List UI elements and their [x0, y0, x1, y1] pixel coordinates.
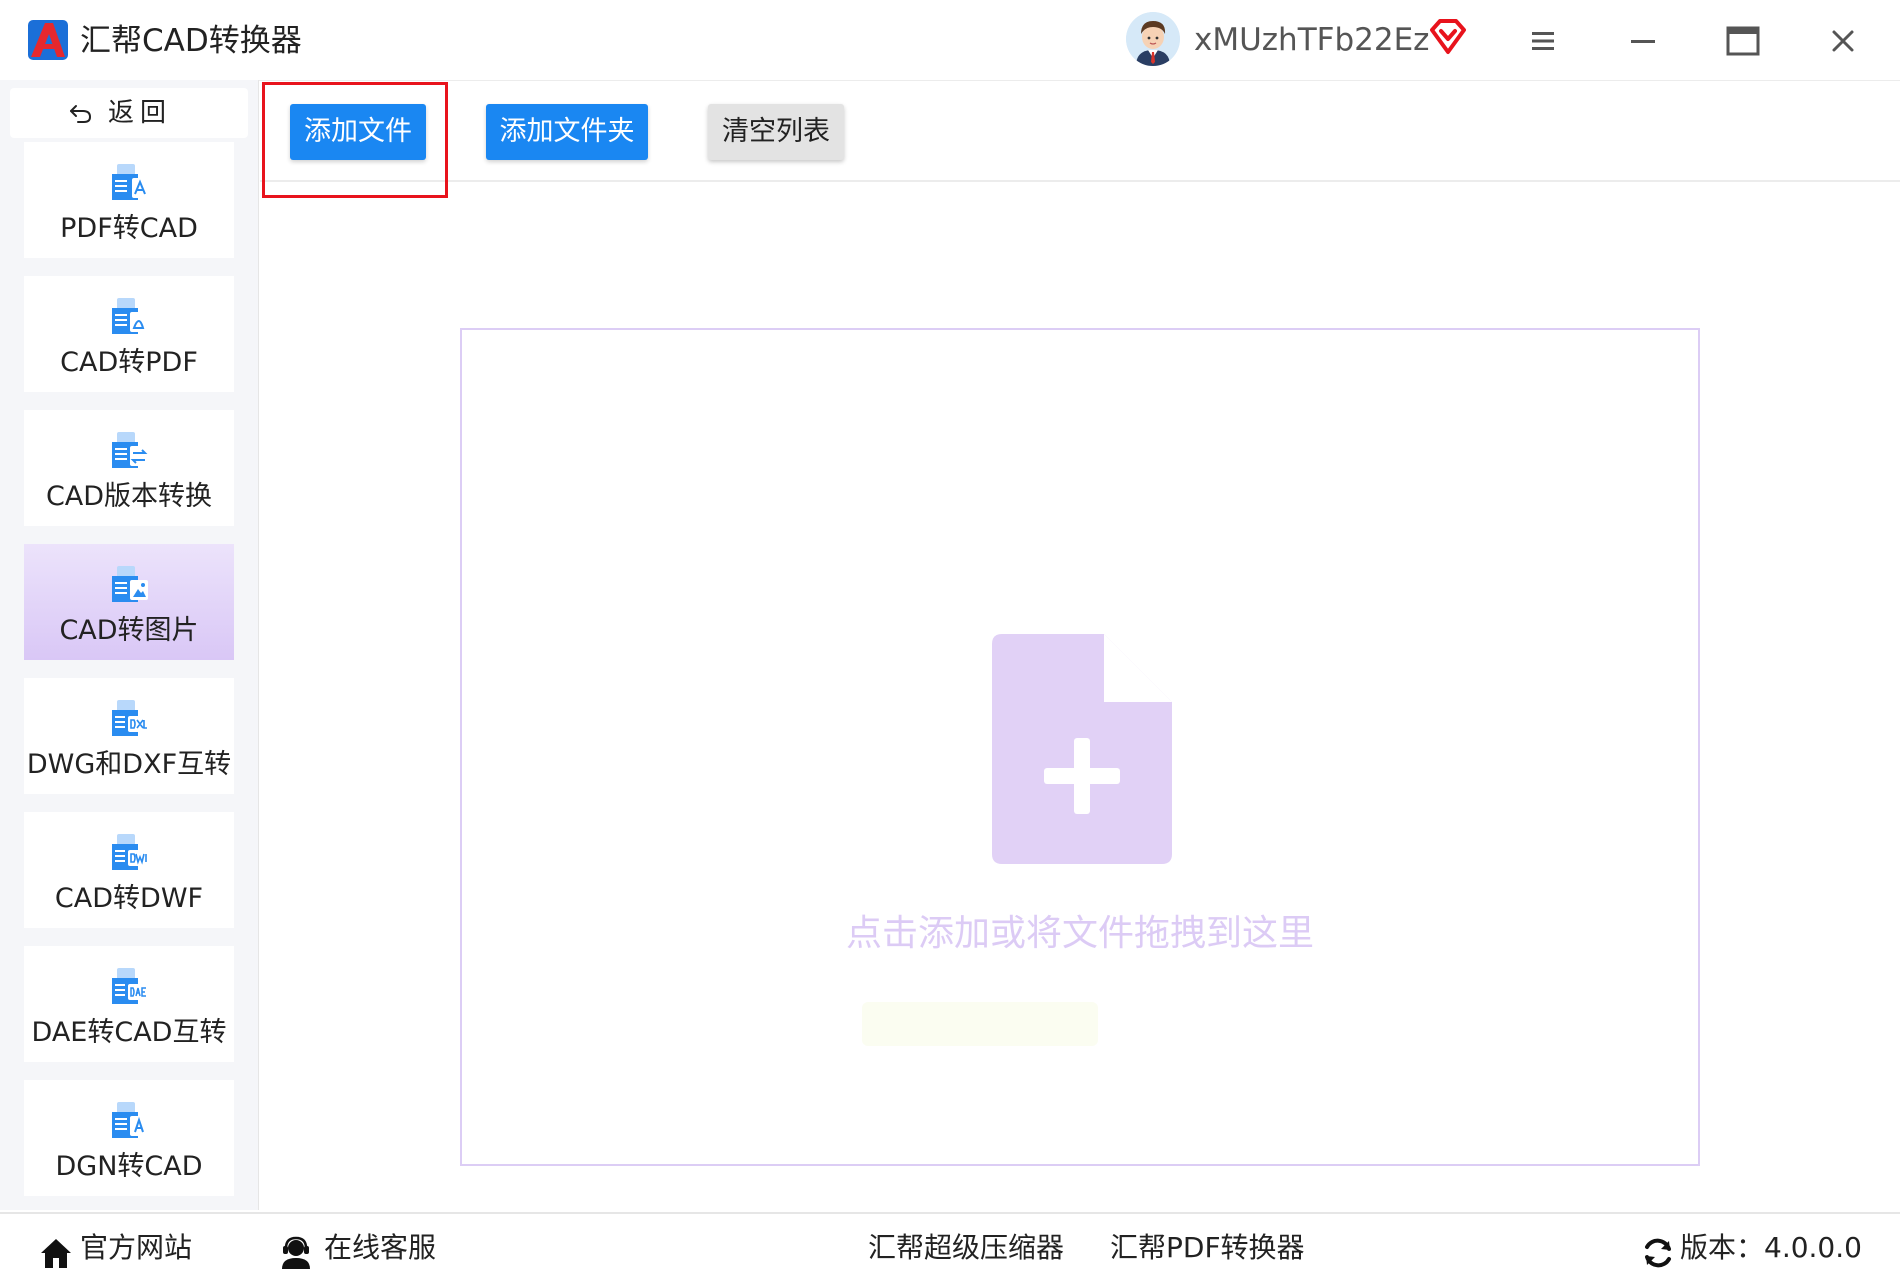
back-label: 返回 [108, 98, 173, 128]
clear-list-button[interactable]: 清空列表 [708, 104, 844, 160]
sidebar-item-cad-to-pdf[interactable]: CAD转PDF [24, 276, 234, 392]
sidebar-nav: PDF转CAD CAD转PDF CAD版本转换 CAD转图片 DWG和DXF互转… [24, 142, 234, 1214]
sidebar-item-cad-version[interactable]: CAD版本转换 [24, 410, 234, 526]
add-folder-button[interactable]: 添加文件夹 [486, 104, 648, 160]
app-title: 汇帮CAD转换器 [80, 23, 302, 59]
title-bar: 汇帮CAD转换器 xMUzhTFb22Ez [0, 0, 1900, 81]
add-file-icon[interactable] [992, 634, 1172, 864]
back-button[interactable]: 返回 [10, 88, 248, 138]
home-icon [41, 1239, 71, 1268]
sidebar: 返回 PDF转CAD CAD转PDF CAD版本转换 CAD转图片 DWG和DX… [0, 80, 259, 1210]
pdf-converter-link[interactable]: 汇帮PDF转换器 [1110, 1226, 1305, 1270]
cad-to-pdf-icon [112, 298, 148, 334]
official-website-label: 官方网站 [80, 1231, 193, 1264]
dae-cad-icon [112, 968, 148, 1004]
sidebar-item-label: CAD转DWF [54, 883, 204, 914]
sidebar-item-label: CAD转图片 [59, 615, 199, 646]
sidebar-item-cad-to-image[interactable]: CAD转图片 [24, 544, 234, 660]
close-icon [1832, 30, 1854, 52]
username[interactable]: xMUzhTFb22Ez [1194, 20, 1429, 60]
sidebar-item-pdf-to-cad[interactable]: PDF转CAD [24, 142, 234, 258]
dgn-to-cad-icon [112, 1102, 148, 1138]
add-file-button[interactable]: 添加文件 [290, 104, 426, 160]
sidebar-item-dae-cad[interactable]: DAE转CAD互转 [24, 946, 234, 1062]
user-avatar[interactable] [1126, 12, 1180, 66]
version-info: 版本：4.0.0.0 [1640, 1226, 1862, 1271]
cad-version-icon [112, 432, 148, 468]
drop-hint-text: 点击添加或将文件拖拽到这里 [845, 913, 1314, 954]
cad-to-image-icon [112, 566, 148, 602]
vip-diamond-icon[interactable] [1428, 18, 1468, 56]
file-drop-zone[interactable]: 点击添加或将文件拖拽到这里 [460, 328, 1700, 1166]
online-support-link[interactable]: 在线客服 [278, 1226, 448, 1270]
footer-bar: 官方网站 在线客服 汇帮超级压缩器 汇帮PDF转换器 版本：4.0.0.0 [0, 1212, 1900, 1282]
drop-hint-badge [862, 1002, 1098, 1046]
sidebar-item-dgn-to-cad[interactable]: DGN转CAD [24, 1080, 234, 1196]
customer-service-icon [282, 1236, 310, 1269]
online-support-label: 在线客服 [324, 1231, 437, 1264]
sidebar-item-dwg-dxf[interactable]: DWG和DXF互转 [24, 678, 234, 794]
undo-arrow-icon [70, 105, 92, 123]
refresh-icon[interactable] [1640, 1235, 1676, 1271]
sidebar-item-label: CAD版本转换 [45, 481, 213, 512]
close-button[interactable] [1820, 18, 1866, 64]
version-label: 版本：4.0.0.0 [1680, 1231, 1862, 1264]
sidebar-item-label: CAD转PDF [60, 347, 198, 378]
sidebar-item-label: DWG和DXF互转 [26, 749, 232, 780]
compressor-link[interactable]: 汇帮超级压缩器 [868, 1226, 1064, 1270]
maximize-button[interactable] [1720, 18, 1766, 64]
sidebar-item-label: PDF转CAD [60, 213, 198, 244]
sidebar-item-label: DGN转CAD [55, 1151, 203, 1182]
menu-button[interactable] [1520, 18, 1566, 64]
app-logo-icon [28, 20, 68, 60]
cad-to-dwf-icon [112, 834, 148, 870]
sidebar-item-label: DAE转CAD互转 [31, 1017, 227, 1048]
app-window: 汇帮CAD转换器 xMUzhTFb22Ez 返回 PDF转CAD CAD转PDF… [0, 0, 1900, 1282]
official-website-link[interactable]: 官方网站 [38, 1226, 208, 1270]
pdf-to-cad-icon [112, 164, 148, 200]
minimize-button[interactable] [1620, 18, 1666, 64]
sidebar-item-cad-to-dwf[interactable]: CAD转DWF [24, 812, 234, 928]
dwg-dxf-icon [112, 700, 148, 736]
minimize-icon [1631, 40, 1655, 43]
menu-icon [1532, 32, 1554, 50]
toolbar: 添加文件 添加文件夹 清空列表 [260, 80, 1900, 182]
maximize-icon [1726, 26, 1760, 56]
